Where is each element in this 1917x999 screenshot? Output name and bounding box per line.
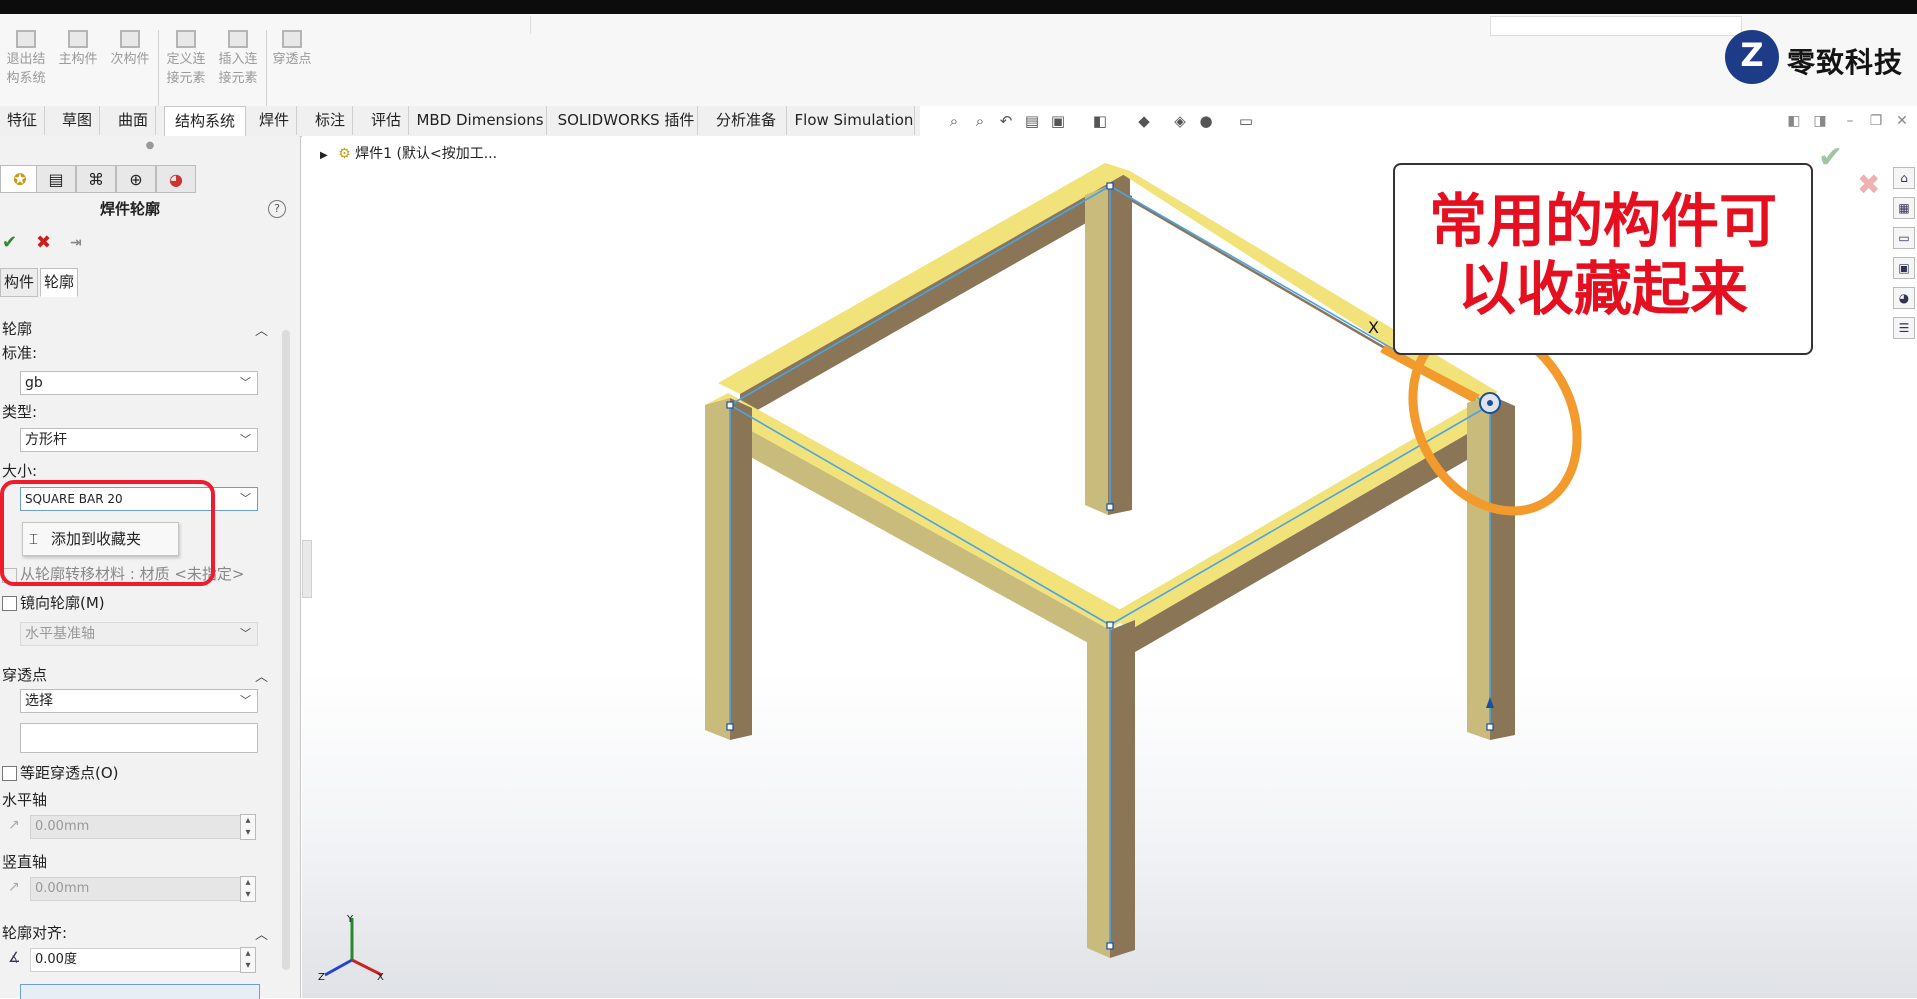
callout-line-2: 以收藏起来: [1457, 255, 1748, 323]
beam-front-right-top: [1110, 400, 1505, 630]
task-pane-tabs: ⌂ ▦ ▭ ▣ ◕ ☰: [1893, 167, 1917, 347]
sketch-line: [729, 185, 1111, 406]
endpoint[interactable]: [1106, 182, 1114, 190]
leg-back-dark: [1108, 186, 1132, 515]
leg-left-dark: [730, 398, 752, 740]
triad-x-label: X: [377, 972, 384, 983]
vertex-label: X: [1368, 318, 1379, 337]
callout-annotation: 常用的构件可 以收藏起来: [1393, 163, 1813, 355]
leg-back-side: [1085, 186, 1108, 515]
design-library-icon[interactable]: ▦: [1893, 197, 1915, 219]
callout-text: 常用的构件可 以收藏起来: [1395, 187, 1811, 323]
triad-y-label: Y: [346, 914, 354, 925]
weldment-model: X Y X Z: [318, 163, 1582, 983]
appearances-icon[interactable]: ◕: [1893, 287, 1915, 309]
callout-line-1: 常用的构件可: [1428, 187, 1777, 255]
endpoint[interactable]: [1106, 503, 1114, 511]
file-explorer-icon[interactable]: ▭: [1893, 227, 1915, 249]
leg-left-side: [705, 398, 730, 740]
sketch-lines: [729, 185, 1491, 946]
endpoint[interactable]: [1106, 621, 1114, 629]
beam-back-left-top: [718, 163, 1130, 394]
confirm-check-icon[interactable]: ✔: [1818, 140, 1843, 175]
leg-right-dark: [1490, 395, 1515, 740]
endpoint[interactable]: [1106, 942, 1114, 950]
leg-right-side: [1467, 395, 1490, 740]
sketch-line: [729, 404, 1111, 626]
beam-front-left-side: [705, 405, 1110, 655]
pierce-handle-center: [1487, 400, 1493, 406]
beam-front-right-side: [1130, 412, 1505, 655]
view-palette-icon[interactable]: ▣: [1893, 257, 1915, 279]
custom-properties-icon[interactable]: ☰: [1893, 317, 1915, 339]
triad-z-axis: [324, 958, 353, 977]
triad-z-label: Z: [318, 972, 325, 983]
endpoint[interactable]: [726, 723, 734, 731]
confirm-cancel-icon[interactable]: ✖: [1857, 168, 1880, 201]
home-icon[interactable]: ⌂: [1893, 167, 1915, 189]
beam-front-left-top: [705, 393, 1130, 630]
leg-front-dark: [1110, 620, 1135, 958]
endpoint[interactable]: [1486, 723, 1494, 731]
coordinate-triad: Y X Z: [318, 914, 384, 983]
endpoint[interactable]: [726, 401, 734, 409]
sketch-line: [1109, 404, 1491, 626]
leg-front-side: [1087, 625, 1110, 958]
